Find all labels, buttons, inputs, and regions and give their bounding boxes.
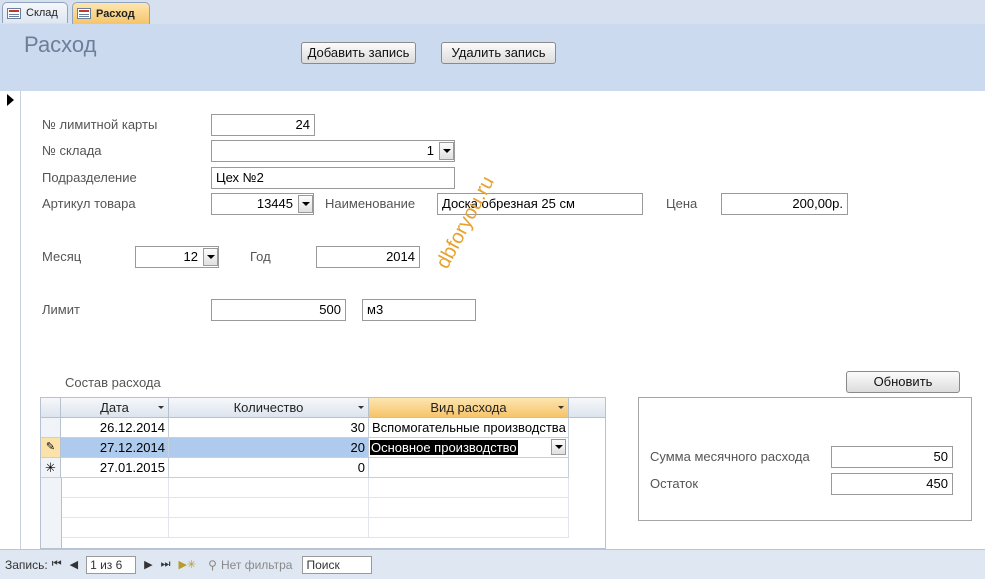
limit-field[interactable]: 500: [211, 299, 346, 321]
sort-arrow-icon: [558, 406, 564, 409]
form-title: Расход: [24, 32, 97, 57]
chevron-down-icon: [206, 255, 215, 259]
cell-date[interactable]: 26.12.2014: [61, 418, 169, 438]
search-box[interactable]: Поиск: [302, 555, 373, 574]
filter-icon[interactable]: ⚲: [208, 558, 217, 572]
empty-cell: [169, 478, 369, 498]
month-dropdown-button[interactable]: [203, 248, 218, 266]
empty-cell: [369, 498, 569, 518]
empty-cell: [169, 498, 369, 518]
chevron-down-icon: [301, 202, 310, 206]
row-selector[interactable]: [41, 418, 61, 438]
cell-date[interactable]: 27.01.2015: [61, 458, 169, 478]
remainder-field[interactable]: 450: [831, 473, 953, 495]
last-record-icon[interactable]: ⏭: [161, 558, 171, 571]
add-record-button[interactable]: Добавить запись: [301, 42, 416, 64]
record-navigation-bar: Запись: ⏮ ◀ 1 из 6 ▶ ⏭ ▶✳ ⚲ Нет фильтра …: [0, 549, 985, 579]
year-label: Год: [250, 249, 271, 264]
article-label: Артикул товара: [42, 196, 136, 211]
first-record-icon[interactable]: ⏮: [52, 558, 62, 571]
tab-sklad[interactable]: Склад: [2, 2, 68, 23]
record-position-input[interactable]: 1 из 6: [86, 555, 137, 574]
empty-cell: [61, 498, 169, 518]
empty-cell: [61, 518, 169, 538]
cell-date[interactable]: 27.12.2014: [61, 438, 169, 458]
limit-card-label: № лимитной карты: [42, 117, 158, 132]
article-dropdown-button[interactable]: [298, 195, 313, 213]
division-field[interactable]: Цех №2: [211, 167, 455, 189]
new-record-nav-icon[interactable]: ▶✳: [178, 558, 196, 571]
form-icon: [77, 8, 91, 19]
tab-label: Склад: [26, 7, 58, 19]
select-all-corner[interactable]: [41, 398, 61, 418]
year-field[interactable]: 2014: [316, 246, 420, 268]
tab-raskhod[interactable]: Расход: [72, 2, 150, 24]
cell-expense-type-value: Основное производство: [370, 440, 518, 455]
delete-record-button[interactable]: Удалить запись: [441, 42, 556, 64]
empty-cell: [169, 518, 369, 538]
limit-card-field[interactable]: 24: [211, 114, 315, 136]
row-selector-editing[interactable]: ✎: [41, 438, 61, 458]
monthly-sum-field[interactable]: 50: [831, 446, 953, 468]
cell-quantity[interactable]: 30: [169, 418, 369, 438]
chevron-down-icon: [442, 149, 451, 153]
previous-record-icon[interactable]: ◀: [70, 558, 78, 571]
warehouse-dropdown-button[interactable]: [439, 142, 454, 160]
sort-arrow-icon: [358, 406, 364, 409]
pencil-icon: ✎: [45, 441, 56, 453]
column-header-quantity[interactable]: Количество: [169, 398, 369, 418]
sort-arrow-icon: [158, 406, 164, 409]
monthly-sum-label: Сумма месячного расхода: [650, 449, 810, 464]
subform-label: Состав расхода: [65, 375, 161, 390]
column-header-label: Количество: [233, 400, 304, 415]
no-filter-label[interactable]: Нет фильтра: [221, 558, 293, 572]
warehouse-combo[interactable]: 1: [211, 140, 455, 162]
column-header-label: Дата: [100, 400, 129, 415]
tab-label: Расход: [96, 7, 135, 20]
empty-cell: [61, 478, 169, 498]
price-field[interactable]: 200,00р.: [721, 193, 848, 215]
warehouse-label: № склада: [42, 143, 102, 158]
cell-expense-type-combo[interactable]: Основное производство: [369, 438, 569, 458]
chevron-down-icon: [554, 445, 563, 449]
row-selector-column: [41, 478, 62, 548]
name-label: Наименование: [325, 196, 416, 211]
column-header-date[interactable]: Дата: [61, 398, 169, 418]
limit-label: Лимит: [42, 302, 80, 317]
cell-expense-type[interactable]: Вспомогательные производства: [369, 418, 569, 438]
division-label: Подразделение: [42, 170, 137, 185]
column-header-label: Вид расхода: [430, 400, 507, 415]
empty-cell: [369, 518, 569, 538]
cell-expense-type[interactable]: [369, 458, 569, 478]
current-record-arrow-icon: [7, 94, 14, 106]
expense-type-dropdown-button[interactable]: [551, 439, 566, 455]
next-record-icon[interactable]: ▶: [144, 558, 152, 571]
new-record-icon[interactable]: ✳: [41, 458, 61, 478]
column-header-expense-type[interactable]: Вид расхода: [369, 398, 569, 418]
record-label: Запись:: [5, 557, 48, 572]
month-label: Месяц: [42, 249, 82, 264]
unit-field[interactable]: м3: [362, 299, 476, 321]
record-selector[interactable]: [0, 91, 21, 549]
remainder-label: Остаток: [650, 476, 699, 491]
column-header-empty: [569, 398, 605, 418]
price-label: Цена: [666, 196, 698, 211]
form-icon: [7, 7, 21, 19]
cell-quantity[interactable]: 20: [169, 438, 369, 458]
empty-cell: [369, 478, 569, 498]
expense-datasheet[interactable]: Дата Количество Вид расхода 26.12.2014 3…: [40, 397, 606, 549]
cell-quantity[interactable]: 0: [169, 458, 369, 478]
refresh-button[interactable]: Обновить: [846, 371, 960, 393]
